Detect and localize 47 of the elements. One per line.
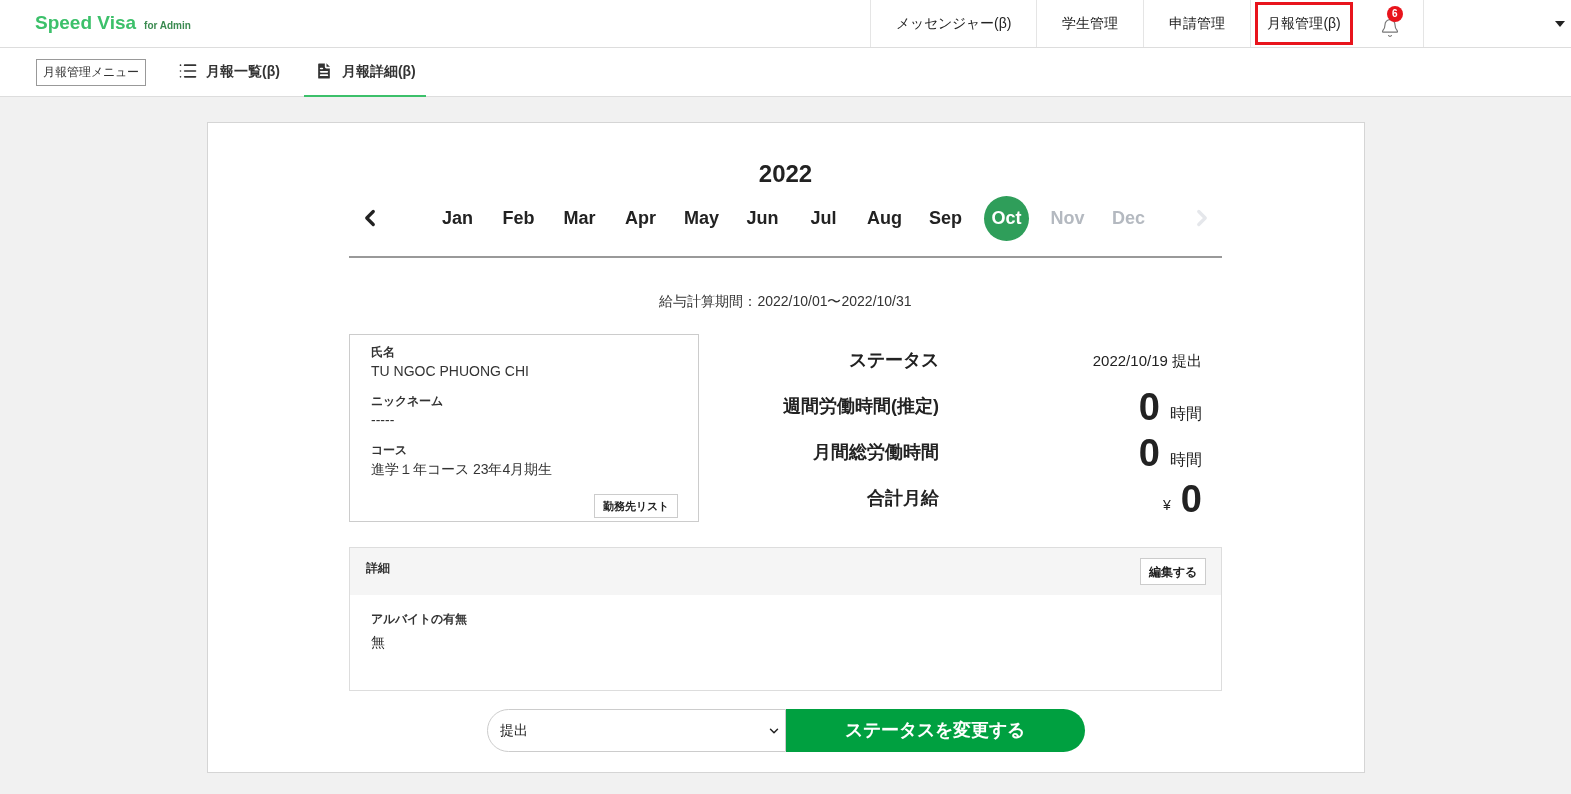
field-label: コース [371, 442, 408, 459]
sub-tab[interactable]: 月報一覧(β) [168, 47, 290, 97]
field-value: ----- [371, 411, 396, 430]
month-button[interactable]: Aug [862, 195, 907, 241]
stat-value: 0 [1180, 480, 1202, 518]
month-button[interactable]: Jan [435, 195, 480, 241]
month-button[interactable]: Sep [923, 195, 968, 241]
tab-label: 月報一覧(β) [206, 61, 280, 81]
month-button[interactable]: Apr [618, 195, 663, 241]
field-label: アルバイトの有無 [371, 611, 468, 628]
stat-value: 2022/10/19 提出 [1092, 350, 1202, 371]
stat-label: 月間総労働時間 [812, 441, 939, 464]
nav-link[interactable]: 学生管理 [1041, 2, 1140, 45]
nav-link[interactable]: 申請管理 [1148, 2, 1247, 45]
tab-label: 月報詳細(β) [341, 61, 416, 81]
month-button[interactable]: May [679, 195, 724, 241]
edit-button[interactable]: 編集する [1140, 558, 1206, 585]
nav-link[interactable]: 月報管理(β) [1255, 2, 1353, 45]
stat-label: ステータス [848, 349, 939, 372]
pay-period: 給与計算期間：2022/10/01〜2022/10/31 [659, 292, 912, 311]
stat-label: 合計月給 [866, 487, 939, 510]
list-icon [178, 61, 198, 81]
details-title: 詳細 [366, 560, 390, 577]
field-label: 氏名 [371, 344, 396, 361]
sub-tab[interactable]: 月報詳細(β) [303, 47, 426, 97]
notification-badge: 6 [1386, 5, 1403, 22]
nav-link[interactable]: メッセンジャー(β) [875, 2, 1033, 45]
field-value: TU NGOC PHUONG CHI [371, 362, 530, 381]
month-button[interactable]: Mar [557, 195, 602, 241]
month-button[interactable]: Feb [496, 195, 541, 241]
field-value: 無 [371, 633, 386, 652]
field-value: 進学１年コース 23年4月期生 [371, 460, 554, 479]
stat-value: 0 [1138, 388, 1160, 426]
month-button[interactable]: Jul [801, 195, 846, 241]
field-label: ニックネーム [371, 393, 444, 410]
logo-suffix: for Admin [144, 19, 191, 34]
bell-icon [1379, 17, 1400, 38]
menu-button[interactable]: 月報管理メニュー [36, 58, 146, 86]
currency-symbol: ¥ [1163, 496, 1171, 515]
dropdown-caret-icon[interactable] [1555, 20, 1565, 27]
workplace-list-button[interactable]: 勤務先リスト [594, 494, 678, 518]
month-button[interactable]: Jun [740, 195, 785, 241]
stat-label: 週間労働時間(推定) [782, 395, 939, 418]
stat-unit: 時間 [1170, 404, 1202, 424]
stat-unit: 時間 [1170, 450, 1202, 470]
stat-value: 0 [1138, 434, 1160, 472]
year-label: 2022 [758, 159, 813, 189]
